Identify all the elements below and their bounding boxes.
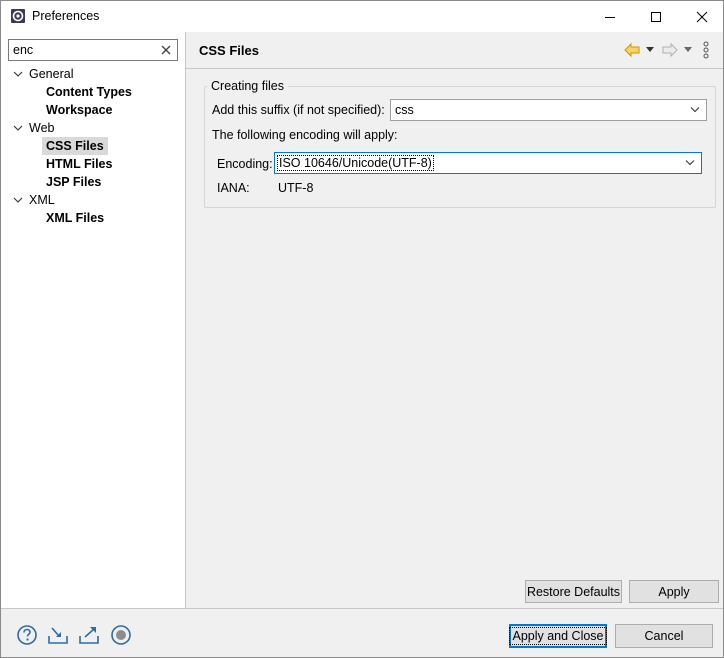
- page-header: CSS Files: [186, 32, 723, 69]
- apply-and-close-button[interactable]: Apply and Close: [509, 624, 607, 648]
- minimize-button[interactable]: [587, 1, 633, 32]
- iana-value: UTF-8: [278, 181, 314, 195]
- window-title: Preferences: [32, 9, 100, 23]
- encoding-value: ISO 10646/Unicode(UTF-8): [277, 155, 434, 171]
- preference-tree-pane: General Content Types Workspace Web CSS …: [1, 32, 186, 608]
- tree-item-content-types[interactable]: Content Types: [46, 83, 132, 101]
- import-icon[interactable]: [47, 624, 69, 646]
- forward-arrow-icon[interactable]: [662, 42, 678, 58]
- back-history-dropdown-icon[interactable]: [646, 46, 654, 54]
- tree-item-html-files[interactable]: HTML Files: [46, 155, 112, 173]
- encoding-note: The following encoding will apply:: [212, 128, 398, 142]
- export-icon[interactable]: [78, 624, 100, 646]
- suffix-label: Add this suffix (if not specified):: [212, 103, 385, 117]
- title-bar: Preferences: [1, 1, 723, 32]
- suffix-value: css: [395, 103, 414, 117]
- maximize-button[interactable]: [633, 1, 679, 32]
- tree-node-label: XML: [29, 193, 55, 207]
- iana-label: IANA:: [217, 181, 250, 195]
- minimize-icon: [605, 16, 615, 18]
- cancel-button[interactable]: Cancel: [615, 624, 713, 648]
- chevron-down-icon: [685, 160, 695, 166]
- chevron-down-icon[interactable]: [13, 195, 23, 205]
- clear-filter-icon[interactable]: [159, 43, 173, 57]
- tree-item-css-files[interactable]: CSS Files: [42, 137, 108, 155]
- chevron-down-icon[interactable]: [13, 69, 23, 79]
- record-icon[interactable]: [110, 624, 132, 646]
- encoding-combo[interactable]: ISO 10646/Unicode(UTF-8): [274, 152, 702, 174]
- tree-node-label: Web: [29, 121, 55, 135]
- encoding-label: Encoding:: [217, 157, 273, 171]
- filter-input[interactable]: [9, 40, 155, 60]
- view-menu-icon[interactable]: [703, 41, 709, 59]
- close-button[interactable]: [679, 1, 723, 32]
- help-icon[interactable]: [16, 624, 38, 646]
- page-title: CSS Files: [199, 43, 259, 58]
- preferences-gear-icon: [11, 9, 25, 23]
- suffix-combo[interactable]: css: [390, 99, 707, 121]
- apply-button[interactable]: Apply: [629, 580, 719, 603]
- tree-item-workspace[interactable]: Workspace: [46, 101, 112, 119]
- bottom-divider: [1, 608, 723, 609]
- tree-node-label: General: [29, 67, 74, 81]
- filter-field[interactable]: [8, 39, 178, 61]
- forward-history-dropdown-icon[interactable]: [684, 46, 692, 54]
- group-title: Creating files: [207, 79, 288, 93]
- preferences-window: Preferences General Content Types: [0, 0, 724, 658]
- chevron-down-icon[interactable]: [13, 123, 23, 133]
- restore-defaults-button[interactable]: Restore Defaults: [525, 580, 622, 603]
- tree-item-jsp-files[interactable]: JSP Files: [46, 173, 101, 191]
- tree-item-xml-files[interactable]: XML Files: [46, 209, 104, 227]
- chevron-down-icon: [690, 107, 700, 113]
- back-arrow-icon[interactable]: [624, 42, 640, 58]
- close-icon: [696, 11, 708, 22]
- maximize-icon: [651, 11, 661, 22]
- apply-and-close-label: Apply and Close: [509, 627, 607, 645]
